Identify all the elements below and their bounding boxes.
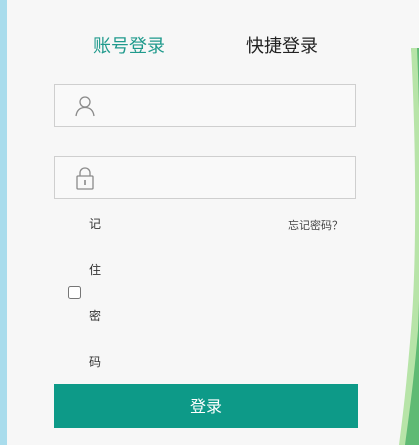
remember-password-checkbox[interactable] [68, 286, 81, 299]
forgot-password-link[interactable]: 忘记密码？ [288, 217, 343, 233]
tab-quick-login[interactable]: 快捷登录 [246, 34, 318, 60]
remember-password-label-char: 记 [89, 217, 102, 231]
remember-password-label-char: 密 [89, 309, 102, 323]
login-button[interactable]: 登录 [54, 384, 358, 428]
username-input[interactable] [111, 89, 353, 124]
tab-account-login[interactable]: 账号登录 [93, 34, 165, 60]
decorative-green-wave [399, 48, 419, 445]
password-field[interactable] [54, 156, 356, 199]
lock-icon [73, 166, 97, 190]
password-input[interactable] [111, 161, 353, 196]
username-field[interactable] [54, 84, 356, 127]
login-panel [7, 0, 419, 445]
remember-password-label-char: 住 [89, 263, 102, 277]
user-icon [73, 94, 97, 118]
remember-password-label-char: 码 [89, 355, 102, 369]
left-decorative-strip [0, 0, 7, 445]
